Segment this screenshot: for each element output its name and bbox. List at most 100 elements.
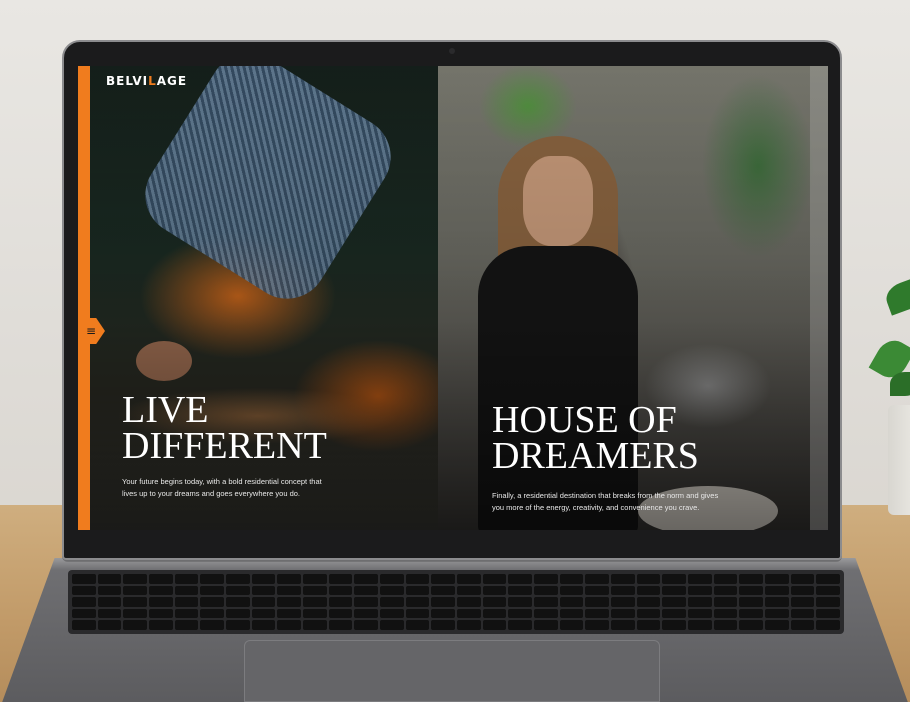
keyboard-key (328, 574, 353, 584)
keyboard-key (456, 620, 481, 630)
hero-panel-house-of-dreamers[interactable]: HOUSE OF DREAMERS Finally, a residential… (438, 66, 828, 530)
keyboard-key (764, 597, 789, 607)
keyboard-key (379, 585, 404, 596)
laptop-trackpad[interactable] (244, 640, 660, 702)
headline-line: LIVE (122, 389, 209, 431)
keyboard-key (687, 620, 712, 630)
plant-leaf (882, 276, 910, 316)
keyboard-key (379, 608, 404, 619)
keyboard-key (97, 620, 122, 630)
keyboard-key (636, 597, 661, 607)
keyboard-key (123, 620, 147, 630)
plant-leaf (890, 372, 910, 396)
keyboard-key (97, 608, 122, 619)
keyboard-key (533, 608, 558, 619)
keyboard-key (379, 620, 404, 630)
headline-house-of-dreamers: HOUSE OF DREAMERS (492, 401, 792, 477)
keyboard-key (533, 585, 558, 596)
keyboard-key (456, 585, 481, 596)
side-accent-bar (78, 66, 90, 530)
hero-panel-live-different[interactable]: LIVE DIFFERENT Your future begins today,… (78, 66, 438, 530)
keyboard-key (482, 585, 507, 596)
keyboard-key (662, 608, 686, 619)
blurb-house-of-dreamers: Finally, a residential destination that … (492, 491, 719, 512)
keyboard-key (379, 574, 404, 584)
keyboard-key (328, 597, 353, 607)
keyboard-key (302, 585, 327, 596)
keyboard-key (662, 585, 686, 596)
keyboard-key (148, 620, 173, 630)
keyboard-key (456, 608, 481, 619)
keyboard-key (277, 585, 301, 596)
keyboard-key (200, 585, 224, 596)
keyboard-key (200, 608, 224, 619)
keyboard-key (354, 620, 378, 630)
keyboard-key (508, 597, 532, 607)
keyboard-key (354, 608, 378, 619)
keyboard-key (764, 585, 789, 596)
keyboard-key (200, 620, 224, 630)
blurb-live-different: Your future begins today, with a bold re… (122, 477, 322, 498)
keyboard-key (662, 574, 686, 584)
plant-pot (888, 405, 910, 515)
site-logo[interactable]: BELVILAGE (106, 74, 187, 88)
headline-live-different: LIVE DIFFERENT (122, 389, 422, 465)
keyboard-key (687, 585, 712, 596)
keyboard-key (585, 597, 609, 607)
keyboard-key (225, 585, 250, 596)
keyboard-key (816, 597, 840, 607)
keyboard-key (174, 585, 199, 596)
keyboard-key (354, 574, 378, 584)
keyboard-key (72, 585, 96, 596)
keyboard-key (508, 585, 532, 596)
keyboard-key (302, 608, 327, 619)
keyboard-key (302, 620, 327, 630)
keyboard-key (200, 574, 224, 584)
keyboard-key (405, 620, 430, 630)
keyboard-key (328, 608, 353, 619)
keyboard-key (585, 608, 609, 619)
keyboard-key (251, 574, 276, 584)
keyboard-key (816, 585, 840, 596)
keyboard-key (790, 620, 815, 630)
keyboard-key (687, 608, 712, 619)
keyboard-key (174, 597, 199, 607)
webcam (449, 48, 455, 54)
keyboard-key (508, 620, 532, 630)
scrollbar[interactable] (810, 66, 828, 530)
keyboard-key (559, 585, 584, 596)
keyboard-key (533, 574, 558, 584)
keyboard-key (405, 585, 430, 596)
keyboard-key (790, 574, 815, 584)
keyboard-key (713, 574, 738, 584)
keyboard-key (610, 608, 635, 619)
keyboard-key (405, 597, 430, 607)
keyboard-key (302, 574, 327, 584)
keyboard-key (123, 597, 147, 607)
logo-text: AGE (156, 74, 188, 88)
keyboard-key (713, 585, 738, 596)
headline-line: DREAMERS (492, 435, 699, 477)
logo-text: BELVI (106, 74, 149, 88)
keyboard-key (739, 608, 763, 619)
keyboard-key (148, 585, 173, 596)
keyboard-key (148, 608, 173, 619)
keyboard-key (302, 597, 327, 607)
keyboard-key (790, 608, 815, 619)
keyboard-key (225, 597, 250, 607)
keyboard-key (636, 585, 661, 596)
keyboard-key (431, 574, 455, 584)
keyboard-key (123, 585, 147, 596)
keyboard-key (713, 620, 738, 630)
keyboard-key (585, 574, 609, 584)
keyboard-key (277, 608, 301, 619)
keyboard-key (405, 608, 430, 619)
keyboard-key (482, 608, 507, 619)
keyboard-key (687, 597, 712, 607)
keyboard-key (174, 608, 199, 619)
keyboard-key (251, 597, 276, 607)
keyboard-key (764, 574, 789, 584)
keyboard-key (148, 597, 173, 607)
keyboard-key (200, 597, 224, 607)
keyboard-key (687, 574, 712, 584)
